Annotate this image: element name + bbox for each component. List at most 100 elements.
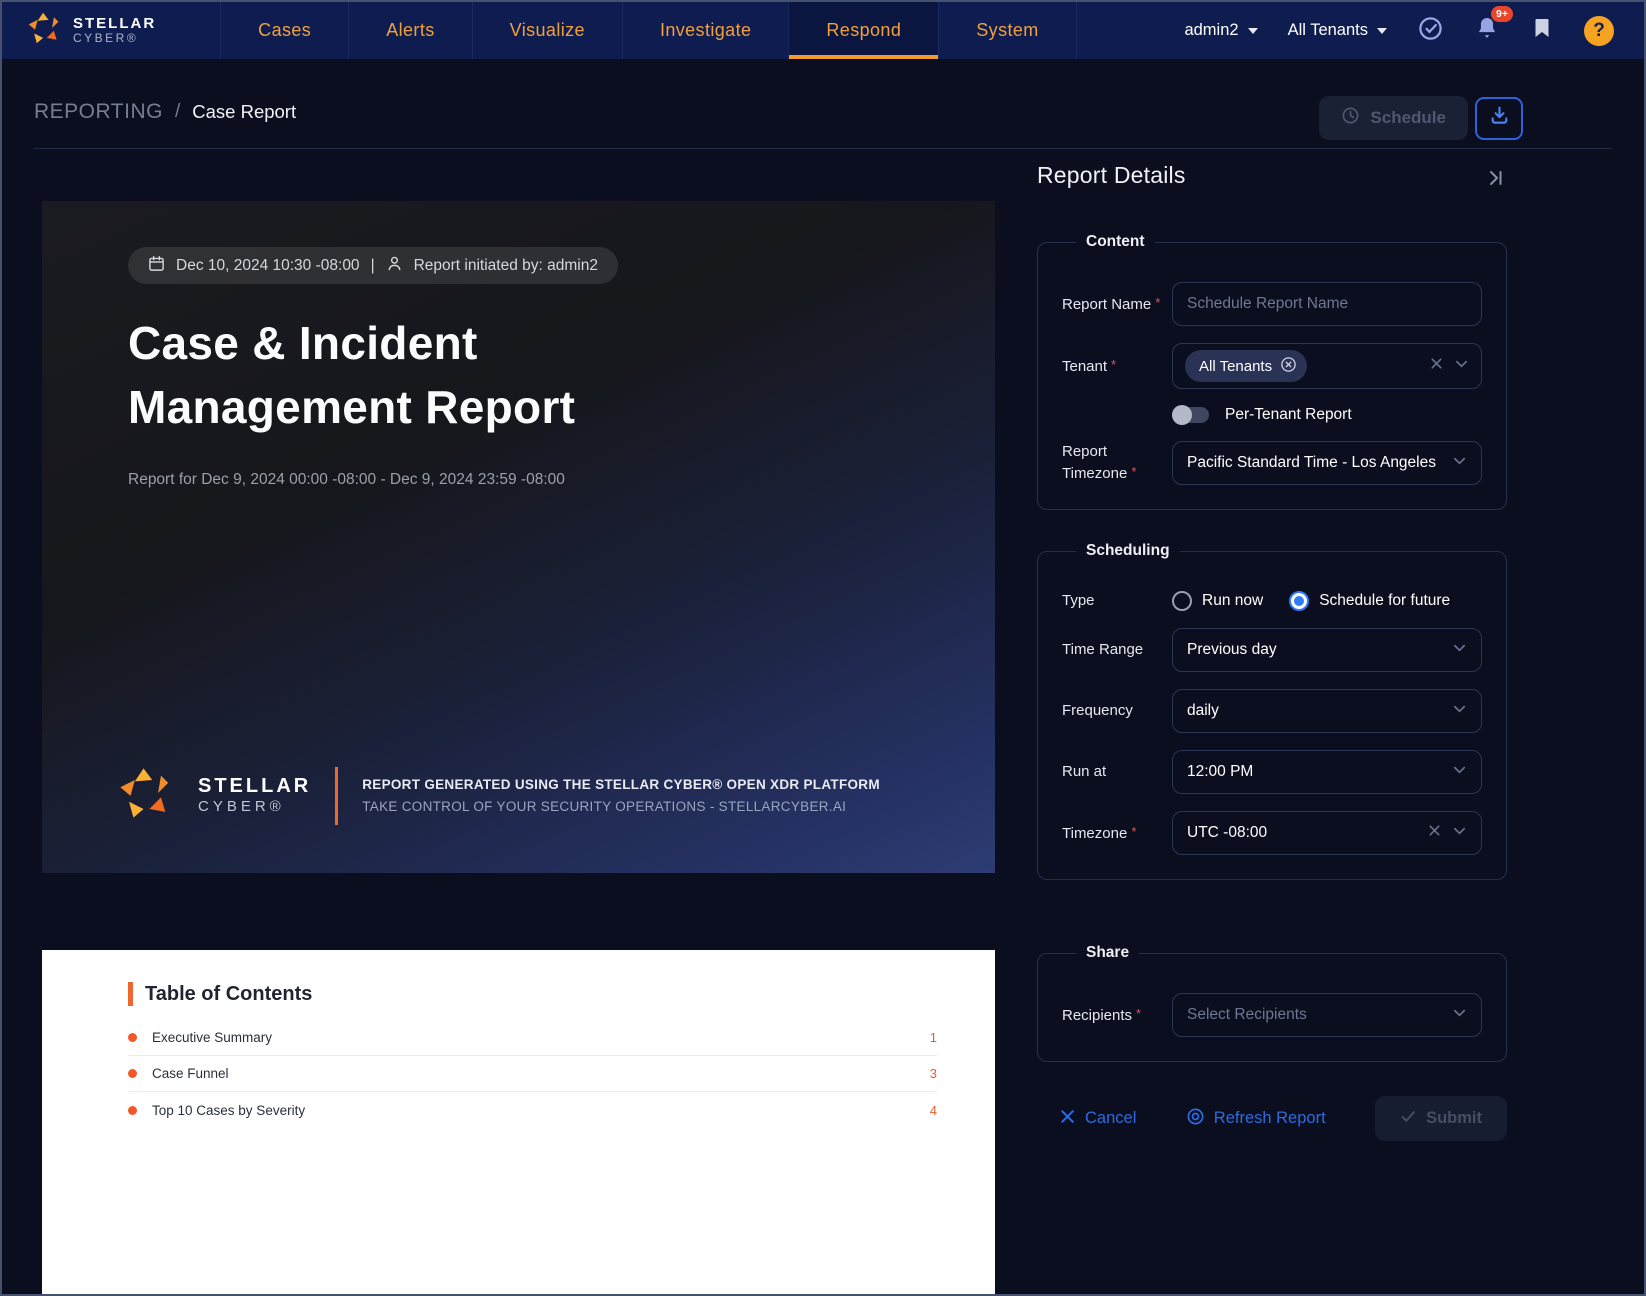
breadcrumb-separator: / <box>174 101 181 122</box>
breadcrumb-section[interactable]: REPORTING <box>34 100 163 124</box>
check-circle-icon <box>1417 15 1444 47</box>
chevron-down-icon <box>1247 27 1258 34</box>
download-button[interactable] <box>1475 96 1523 140</box>
nav-right: admin2 All Tenants 9+ ? <box>1184 2 1644 59</box>
timezone-select[interactable]: UTC -08:00 <box>1172 811 1482 855</box>
recipients-select[interactable]: Select Recipients <box>1172 993 1482 1037</box>
toc-item[interactable]: Top 10 Cases by Severity 4 <box>128 1092 937 1128</box>
cover-footer-line1: REPORT GENERATED USING THE STELLAR CYBER… <box>362 777 880 792</box>
user-menu[interactable]: admin2 <box>1184 21 1258 40</box>
toc-title: Table of Contents <box>145 982 313 1005</box>
nav-item-alerts[interactable]: Alerts <box>348 2 471 59</box>
help-button[interactable]: ? <box>1584 15 1614 46</box>
radio-run-now[interactable]: Run now <box>1172 591 1263 611</box>
tenant-select[interactable]: All Tenants <box>1172 343 1482 389</box>
report-initiator: Report initiated by: admin2 <box>413 256 598 274</box>
bullet-icon <box>128 1069 137 1078</box>
nav-items: Cases Alerts Visualize Investigate Respo… <box>220 2 1077 59</box>
nav-item-system[interactable]: System <box>938 2 1077 59</box>
chevron-down-icon <box>1452 762 1467 782</box>
report-cover-preview: Dec 10, 2024 10:30 -08:00 | Report initi… <box>42 201 995 873</box>
brand-logo[interactable]: STELLAR CYBER® <box>2 2 184 59</box>
tenant-menu[interactable]: All Tenants <box>1288 21 1387 40</box>
bookmarks-button[interactable] <box>1530 16 1554 45</box>
nav-item-visualize[interactable]: Visualize <box>471 2 622 59</box>
toc-accent-bar <box>128 982 133 1006</box>
share-section: Share Recipients Select Recipients <box>1037 944 1507 1062</box>
scheduling-section: Scheduling Type Run now Schedule for fut… <box>1037 542 1507 880</box>
chevron-down-icon <box>1377 27 1387 34</box>
time-range-select[interactable]: Previous day <box>1172 628 1482 672</box>
clock-icon <box>1341 106 1360 130</box>
report-name-label: Report Name <box>1062 293 1172 315</box>
radio-unchecked-icon <box>1172 591 1192 611</box>
per-tenant-label: Per-Tenant Report <box>1225 406 1352 423</box>
chevron-down-icon <box>1452 823 1467 843</box>
timezone-label: Timezone <box>1062 822 1172 844</box>
chevron-down-icon <box>1452 701 1467 721</box>
refresh-report-button[interactable]: Refresh Report <box>1186 1107 1326 1131</box>
toc-list: Executive Summary 1 Case Funnel 3 Top 10… <box>128 1020 937 1128</box>
report-timezone-label: Report Timezone <box>1062 442 1172 484</box>
bookmark-icon <box>1530 16 1554 45</box>
top-nav: STELLAR CYBER® Cases Alerts Visualize In… <box>2 2 1644 59</box>
bullet-icon <box>128 1105 137 1115</box>
notifications-button[interactable]: 9+ <box>1474 6 1513 46</box>
nav-item-investigate[interactable]: Investigate <box>621 2 788 59</box>
content-legend: Content <box>1086 233 1145 250</box>
per-tenant-toggle[interactable] <box>1172 405 1209 425</box>
meta-separator: | <box>370 256 375 274</box>
scheduling-legend: Scheduling <box>1086 542 1170 559</box>
nav-item-cases[interactable]: Cases <box>220 2 348 59</box>
panel-title: Report Details <box>1037 162 1186 188</box>
collapse-right-icon <box>1485 171 1505 192</box>
page-title: Case Report <box>192 101 297 122</box>
stellar-star-icon <box>116 764 174 827</box>
clear-icon[interactable] <box>1429 356 1444 376</box>
notification-badge: 9+ <box>1491 6 1513 22</box>
frequency-label: Frequency <box>1062 702 1133 719</box>
report-name-input[interactable] <box>1172 282 1482 326</box>
submit-button[interactable]: Submit <box>1375 1096 1507 1141</box>
recipients-label: Recipients <box>1062 1004 1172 1026</box>
report-meta-pill: Dec 10, 2024 10:30 -08:00 | Report initi… <box>128 247 618 284</box>
download-icon <box>1489 105 1510 131</box>
report-page-toc: Table of Contents Executive Summary 1 Ca… <box>42 950 995 1294</box>
schedule-button[interactable]: Schedule <box>1319 96 1468 140</box>
toc-page-number: 4 <box>929 1102 937 1118</box>
footer-divider-bar <box>335 766 339 825</box>
tenant-label: Tenant <box>1062 355 1172 377</box>
collapse-panel-button[interactable] <box>1485 168 1505 193</box>
frequency-select[interactable]: daily <box>1172 689 1482 733</box>
chevron-down-icon <box>1452 453 1467 473</box>
calendar-icon <box>148 255 165 277</box>
toc-page-number: 3 <box>929 1066 937 1081</box>
report-toolbar: Schedule <box>1319 96 1523 140</box>
tenant-chip: All Tenants <box>1185 350 1308 382</box>
cancel-button[interactable]: Cancel <box>1059 1108 1136 1130</box>
close-icon <box>1059 1108 1076 1130</box>
nav-item-respond[interactable]: Respond <box>788 2 939 59</box>
toc-item[interactable]: Case Funnel 3 <box>128 1056 937 1092</box>
toc-header: Table of Contents <box>128 982 937 1006</box>
time-range-label: Time Range <box>1062 641 1144 658</box>
header-divider <box>34 148 1612 149</box>
help-icon: ? <box>1584 15 1614 46</box>
report-timezone-select[interactable]: Pacific Standard Time - Los Angeles <box>1172 441 1482 485</box>
content-section: Content Report Name Tenant All Tenants <box>1037 233 1507 510</box>
breadcrumb: REPORTING / Case Report <box>34 100 296 124</box>
chip-remove-icon[interactable] <box>1280 356 1297 377</box>
radio-checked-icon <box>1289 591 1310 611</box>
cover-footer: STELLAR CYBER® REPORT GENERATED USING TH… <box>116 764 880 827</box>
report-generated-datetime: Dec 10, 2024 10:30 -08:00 <box>176 256 360 274</box>
task-status-button[interactable] <box>1417 15 1444 47</box>
bullet-icon <box>128 1033 137 1042</box>
radio-schedule-future[interactable]: Schedule for future <box>1289 591 1450 611</box>
chevron-down-icon <box>1454 356 1469 376</box>
check-icon <box>1400 1108 1417 1130</box>
person-icon <box>386 255 403 277</box>
toc-item[interactable]: Executive Summary 1 <box>128 1020 937 1056</box>
brand-line2: CYBER® <box>73 31 139 46</box>
run-at-select[interactable]: 12:00 PM <box>1172 750 1482 794</box>
clear-icon[interactable] <box>1427 823 1442 843</box>
